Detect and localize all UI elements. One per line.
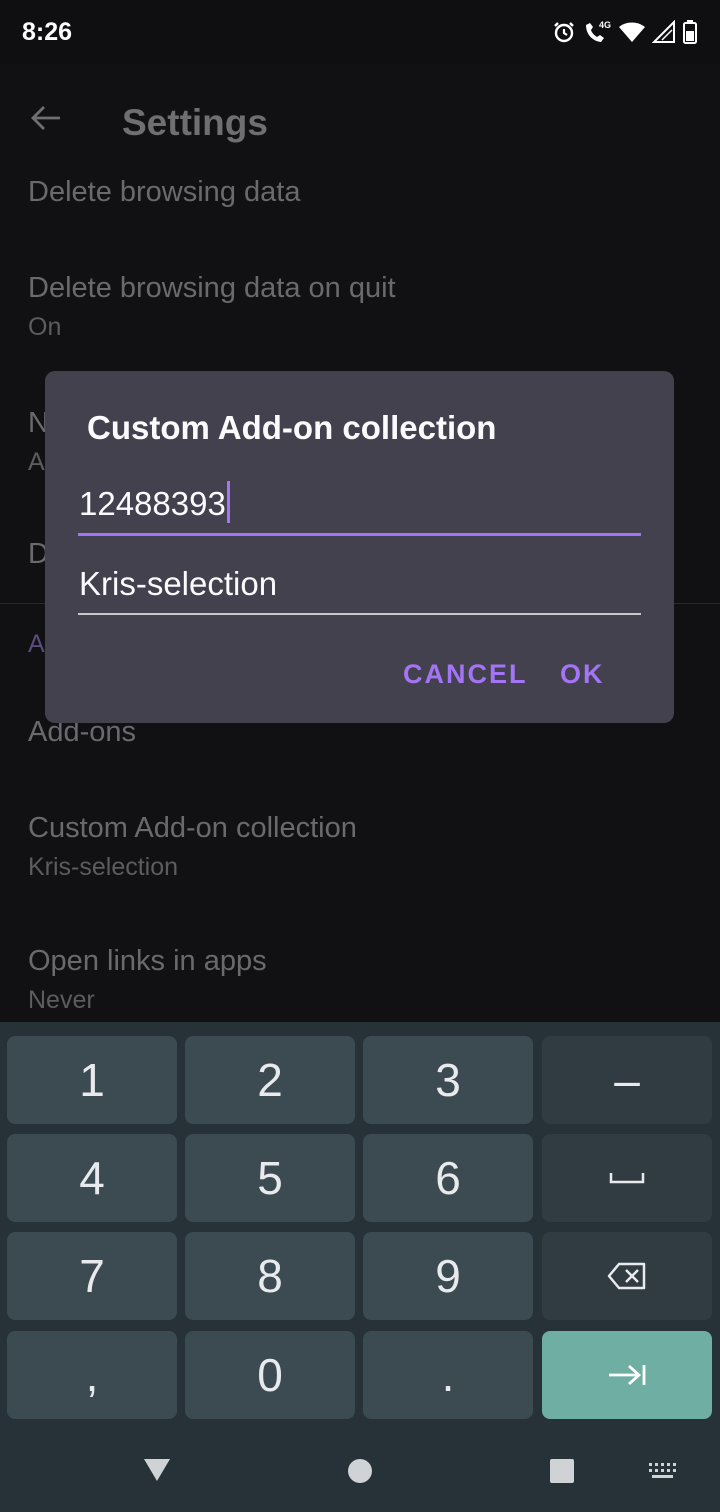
page-title: Settings [122,102,268,143]
key-7[interactable]: 7 [7,1232,177,1320]
key-2[interactable]: 2 [185,1036,355,1124]
wifi-calling-icon: 4G [586,20,611,42]
dialog-title: Custom Add-on collection [87,409,497,446]
key-9[interactable]: 9 [363,1232,533,1320]
ok-button[interactable]: OK [560,659,605,690]
pref-summary: Never [28,986,95,1014]
key-space[interactable] [542,1134,712,1222]
pref-summary: Kris-selection [28,853,179,881]
status-time: 8:26 [22,17,73,46]
key-period[interactable]: . [363,1331,533,1419]
keyboard-switch-icon[interactable] [648,1462,678,1480]
back-arrow-icon[interactable] [28,100,64,136]
input-value: Kris-selection [79,565,278,602]
collection-name-input[interactable]: Kris-selection [78,557,641,615]
pref-title: Custom Add-on collection [28,812,357,844]
pref-delete-browsing-data[interactable]: Delete browsing data [28,176,300,209]
pref-open-links-in-apps[interactable]: Open links in apps Never [28,945,267,1015]
battery-icon [683,20,697,44]
key-tab-forward[interactable] [542,1331,712,1419]
collection-user-input[interactable]: 12488393 [78,477,641,536]
key-1[interactable]: 1 [7,1036,177,1124]
status-bar: 8:26 4G [0,0,720,64]
key-6[interactable]: 6 [363,1134,533,1222]
key-3[interactable]: 3 [363,1036,533,1124]
input-value: 12488393 [79,481,230,523]
nav-recents-icon[interactable] [549,1458,575,1484]
key-4[interactable]: 4 [7,1134,177,1222]
pref-title: Open links in apps [28,945,267,977]
section-header: A [28,630,45,658]
key-backspace[interactable] [542,1232,712,1320]
text-cursor [226,481,230,523]
pref-summary: On [28,313,62,341]
cancel-button[interactable]: CANCEL [403,659,528,690]
key-dash[interactable]: – [542,1036,712,1124]
pref-title: Delete browsing data on quit [28,272,396,304]
cell-signal-icon [652,20,675,43]
status-icons: 4G [552,19,698,45]
pref-custom-addon-collection[interactable]: Custom Add-on collection Kris-selection [28,812,357,882]
system-nav-bar [0,1432,720,1512]
alarm-icon [554,22,574,43]
wifi-icon [619,22,645,42]
app-bar: Settings [0,64,720,180]
numeric-keyboard: 1 2 3 – 4 5 6 7 8 9 , 0 . [0,1022,720,1432]
nav-home-icon[interactable] [346,1457,374,1485]
network-type-text: 4G [599,20,611,30]
key-comma[interactable]: , [7,1331,177,1419]
pref-delete-on-quit[interactable]: Delete browsing data on quit On [28,272,396,342]
input-text: 12488393 [79,485,226,522]
custom-collection-dialog: Custom Add-on collection 12488393 Kris-s… [45,371,674,723]
key-0[interactable]: 0 [185,1331,355,1419]
space-icon [609,1173,645,1184]
pref-title: Delete browsing data [28,176,301,208]
backspace-icon [607,1262,646,1290]
tab-forward-icon [609,1364,646,1386]
key-5[interactable]: 5 [185,1134,355,1222]
nav-back-icon[interactable] [142,1457,172,1483]
key-8[interactable]: 8 [185,1232,355,1320]
